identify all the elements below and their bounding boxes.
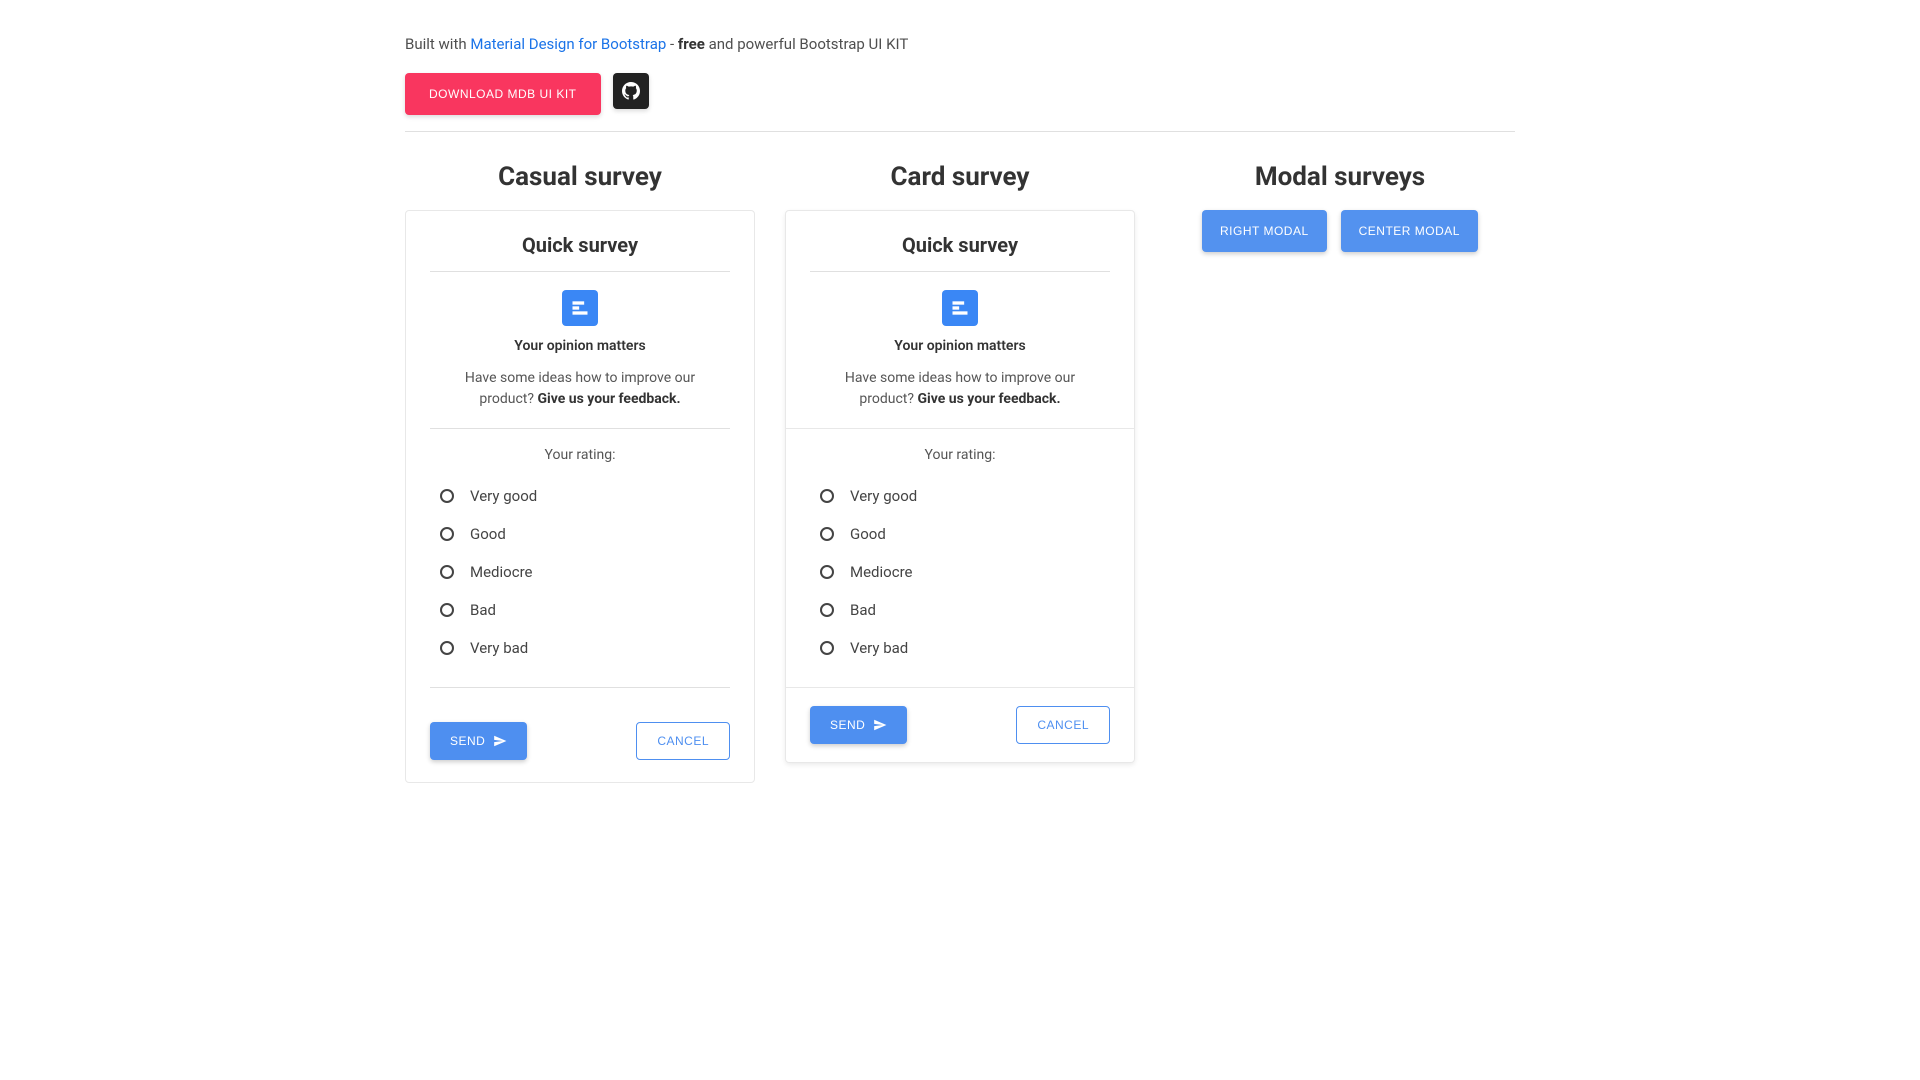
options-list-2: Very good Good Mediocre Bad Very bad <box>810 477 1110 667</box>
radio-icon <box>440 641 454 655</box>
radio-icon <box>440 603 454 617</box>
radio-icon <box>440 565 454 579</box>
poll-icon <box>570 298 590 318</box>
right-modal-button[interactable]: RIGHT MODAL <box>1202 210 1327 252</box>
option-item[interactable]: Mediocre <box>440 553 720 591</box>
survey-desc-2: Have some ideas how to improve our produ… <box>810 368 1110 410</box>
modal-title: Modal surveys <box>1165 162 1515 192</box>
intro-prefix: Built with <box>405 35 470 53</box>
cancel-button[interactable]: CANCEL <box>636 722 730 760</box>
option-label: Good <box>470 525 506 543</box>
rating-label-1: Your rating: <box>430 447 730 463</box>
option-label: Mediocre <box>470 563 532 581</box>
rating-label-2: Your rating: <box>810 447 1110 463</box>
option-item[interactable]: Mediocre <box>820 553 1100 591</box>
radio-icon <box>440 489 454 503</box>
survey-desc-1: Have some ideas how to improve our produ… <box>430 368 730 410</box>
option-label: Very bad <box>470 639 528 657</box>
github-button[interactable] <box>613 73 649 109</box>
radio-icon <box>820 489 834 503</box>
survey-title-2: Quick survey <box>810 233 1110 257</box>
option-label: Good <box>850 525 886 543</box>
option-item[interactable]: Very bad <box>440 629 720 667</box>
center-modal-button[interactable]: CENTER MODAL <box>1341 210 1478 252</box>
cancel-label: CANCEL <box>1037 718 1089 732</box>
github-icon <box>622 82 640 100</box>
intro-free: free <box>678 35 705 53</box>
casual-panel: Quick survey Your opinion matters Have s… <box>405 210 755 783</box>
divider <box>810 271 1110 272</box>
intro-dash: - <box>666 35 678 53</box>
radio-icon <box>820 565 834 579</box>
option-label: Bad <box>850 601 876 619</box>
option-label: Very good <box>850 487 917 505</box>
option-item[interactable]: Bad <box>440 591 720 629</box>
survey-subtitle-2: Your opinion matters <box>810 338 1110 354</box>
download-label: DOWNLOAD MDB UI KIT <box>429 87 577 101</box>
mdb-link[interactable]: Material Design for Bootstrap <box>470 35 666 53</box>
desc-bold-2: Give us your feedback. <box>917 391 1060 407</box>
radio-icon <box>820 527 834 541</box>
right-modal-label: RIGHT MODAL <box>1220 224 1309 238</box>
divider <box>430 271 730 272</box>
option-label: Mediocre <box>850 563 912 581</box>
option-item[interactable]: Very good <box>440 477 720 515</box>
poll-icon-block <box>562 290 598 326</box>
option-label: Very bad <box>850 639 908 657</box>
cancel-button[interactable]: CANCEL <box>1016 706 1110 744</box>
radio-icon <box>820 603 834 617</box>
center-modal-label: CENTER MODAL <box>1359 224 1460 238</box>
divider <box>430 687 730 688</box>
paper-plane-icon <box>873 718 887 732</box>
casual-title: Casual survey <box>405 162 755 192</box>
survey-title-1: Quick survey <box>430 233 730 257</box>
radio-icon <box>820 641 834 655</box>
options-list-1: Very good Good Mediocre Bad Very bad <box>430 477 730 667</box>
download-button[interactable]: DOWNLOAD MDB UI KIT <box>405 73 601 115</box>
option-item[interactable]: Good <box>440 515 720 553</box>
option-item[interactable]: Good <box>820 515 1100 553</box>
intro-suffix: and powerful Bootstrap UI KIT <box>705 35 908 53</box>
poll-icon <box>950 298 970 318</box>
card-title: Card survey <box>785 162 1135 192</box>
divider <box>430 428 730 429</box>
send-label: SEND <box>450 734 485 748</box>
desc-bold-1: Give us your feedback. <box>537 391 680 407</box>
send-button[interactable]: SEND <box>810 706 907 744</box>
poll-icon-block <box>942 290 978 326</box>
send-label: SEND <box>830 718 865 732</box>
option-item[interactable]: Very bad <box>820 629 1100 667</box>
intro-text: Built with Material Design for Bootstrap… <box>405 35 1515 53</box>
page-divider <box>405 131 1515 132</box>
send-button[interactable]: SEND <box>430 722 527 760</box>
survey-subtitle-1: Your opinion matters <box>430 338 730 354</box>
cancel-label: CANCEL <box>657 734 709 748</box>
card-panel: Quick survey Your opinion matters Have s… <box>785 210 1135 763</box>
paper-plane-icon <box>493 734 507 748</box>
option-item[interactable]: Very good <box>820 477 1100 515</box>
radio-icon <box>440 527 454 541</box>
option-label: Bad <box>470 601 496 619</box>
option-label: Very good <box>470 487 537 505</box>
option-item[interactable]: Bad <box>820 591 1100 629</box>
